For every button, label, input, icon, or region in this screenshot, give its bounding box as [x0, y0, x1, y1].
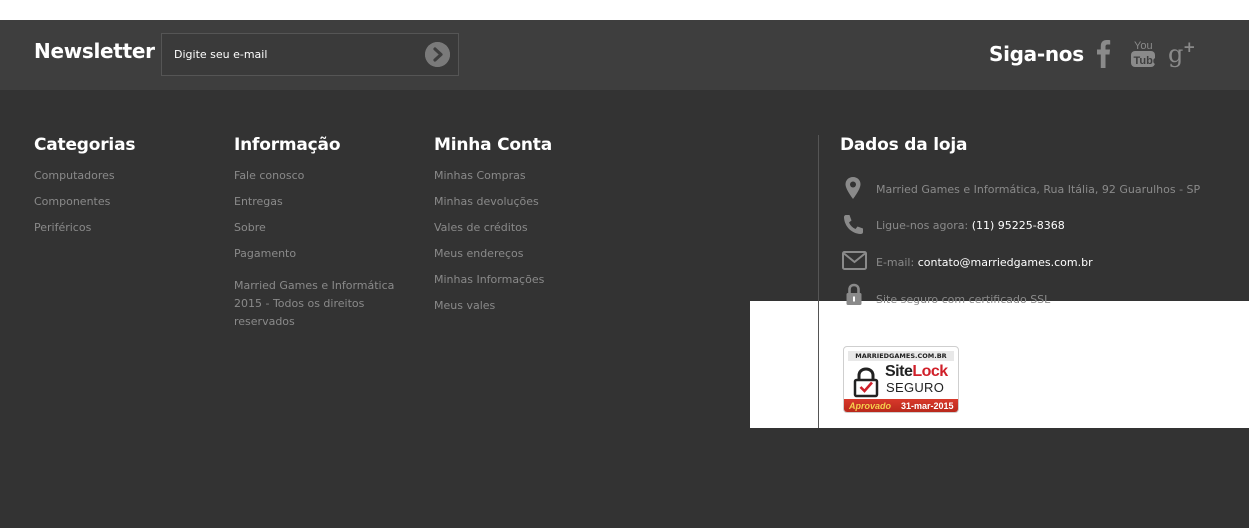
store-phone[interactable]: (11) 95225-8368: [972, 219, 1065, 232]
youtube-icon[interactable]: You Tube: [1129, 38, 1159, 72]
newsletter-form: [161, 33, 459, 76]
padlock-icon: [840, 281, 868, 313]
email-label: E-mail:: [876, 256, 918, 269]
sitelock-domain: MARRIEDGAMES.COM.BR: [848, 351, 954, 361]
white-overlay-block: [750, 301, 1249, 428]
sitelock-date: 31-mar-2015: [901, 401, 954, 411]
store-title: Dados da loja: [840, 135, 968, 155]
google-plus-icon[interactable]: g +: [1168, 38, 1200, 74]
store-secure-text: Site seguro com certificado SSL: [876, 293, 1051, 306]
facebook-icon[interactable]: [1094, 38, 1112, 72]
minha-conta-column: Minha Conta Minhas Compras Minhas devolu…: [434, 135, 552, 319]
phone-label: Ligue-nos agora:: [876, 219, 972, 232]
svg-text:You: You: [1134, 40, 1153, 52]
store-email[interactable]: contato@marriedgames.com.br: [918, 256, 1093, 269]
svg-text:g: g: [1168, 40, 1183, 68]
link-vales-de-creditos[interactable]: Vales de créditos: [434, 215, 552, 241]
link-minhas-devolucoes[interactable]: Minhas devoluções: [434, 189, 552, 215]
link-meus-vales[interactable]: Meus vales: [434, 293, 552, 319]
minha-conta-title: Minha Conta: [434, 135, 552, 155]
sitelock-aprovado: Aprovado: [849, 401, 892, 411]
store-info: Dados da loja Married Games e Informátic…: [840, 135, 1200, 306]
map-pin-icon: [840, 175, 866, 205]
top-white-strip: [0, 0, 1249, 20]
svg-text:Tube: Tube: [1134, 55, 1158, 67]
copyright-text: Married Games e Informática 2015 - Todos…: [234, 279, 395, 328]
social-title: Siga-nos: [989, 42, 1084, 66]
newsletter-email-input[interactable]: [162, 34, 424, 75]
phone-icon: [840, 212, 866, 242]
sitelock-seguro: SEGURO: [886, 380, 945, 395]
link-entregas[interactable]: Entregas: [234, 189, 409, 215]
link-pagamento[interactable]: Pagamento: [234, 241, 409, 267]
link-meus-enderecos[interactable]: Meus endereços: [434, 241, 552, 267]
newsletter-submit-button[interactable]: [425, 42, 450, 67]
categorias-column: Categorias Computadores Componentes Peri…: [34, 135, 135, 241]
link-sobre[interactable]: Sobre: [234, 215, 409, 241]
newsletter-title: Newsletter: [34, 39, 155, 63]
store-email-text: E-mail: contato@marriedgames.com.br: [876, 256, 1093, 269]
sitelock-brand-site: Site: [885, 363, 913, 380]
sitelock-brand-lock: Lock: [912, 363, 948, 380]
svg-text:+: +: [1183, 38, 1196, 56]
link-perifericos[interactable]: Periféricos: [34, 215, 135, 241]
sitelock-padlock-icon: [852, 366, 880, 402]
store-address: Married Games e Informática, Rua Itália,…: [876, 183, 1201, 196]
link-computadores[interactable]: Computadores: [34, 163, 135, 189]
link-fale-conosco[interactable]: Fale conosco: [234, 163, 409, 189]
link-minhas-compras[interactable]: Minhas Compras: [434, 163, 552, 189]
link-componentes[interactable]: Componentes: [34, 189, 135, 215]
categorias-title: Categorias: [34, 135, 136, 155]
store-phone-text: Ligue-nos agora: (11) 95225-8368: [876, 219, 1065, 232]
newsletter-bar: Newsletter Siga-nos You Tube g +: [0, 20, 1249, 90]
column-divider: [818, 135, 819, 428]
sitelock-badge[interactable]: MARRIEDGAMES.COM.BR SiteLock SEGURO Apro…: [843, 346, 959, 413]
link-minhas-informacoes[interactable]: Minhas Informações: [434, 267, 552, 293]
envelope-icon: [840, 249, 868, 277]
informacao-column: Informação Fale conosco Entregas Sobre P…: [234, 135, 409, 331]
sitelock-approval-bar: Aprovado 31-mar-2015: [844, 399, 958, 412]
arrow-circle-right-icon: [425, 42, 450, 67]
sitelock-brand: SiteLock: [885, 363, 948, 381]
informacao-title: Informação: [234, 135, 341, 155]
